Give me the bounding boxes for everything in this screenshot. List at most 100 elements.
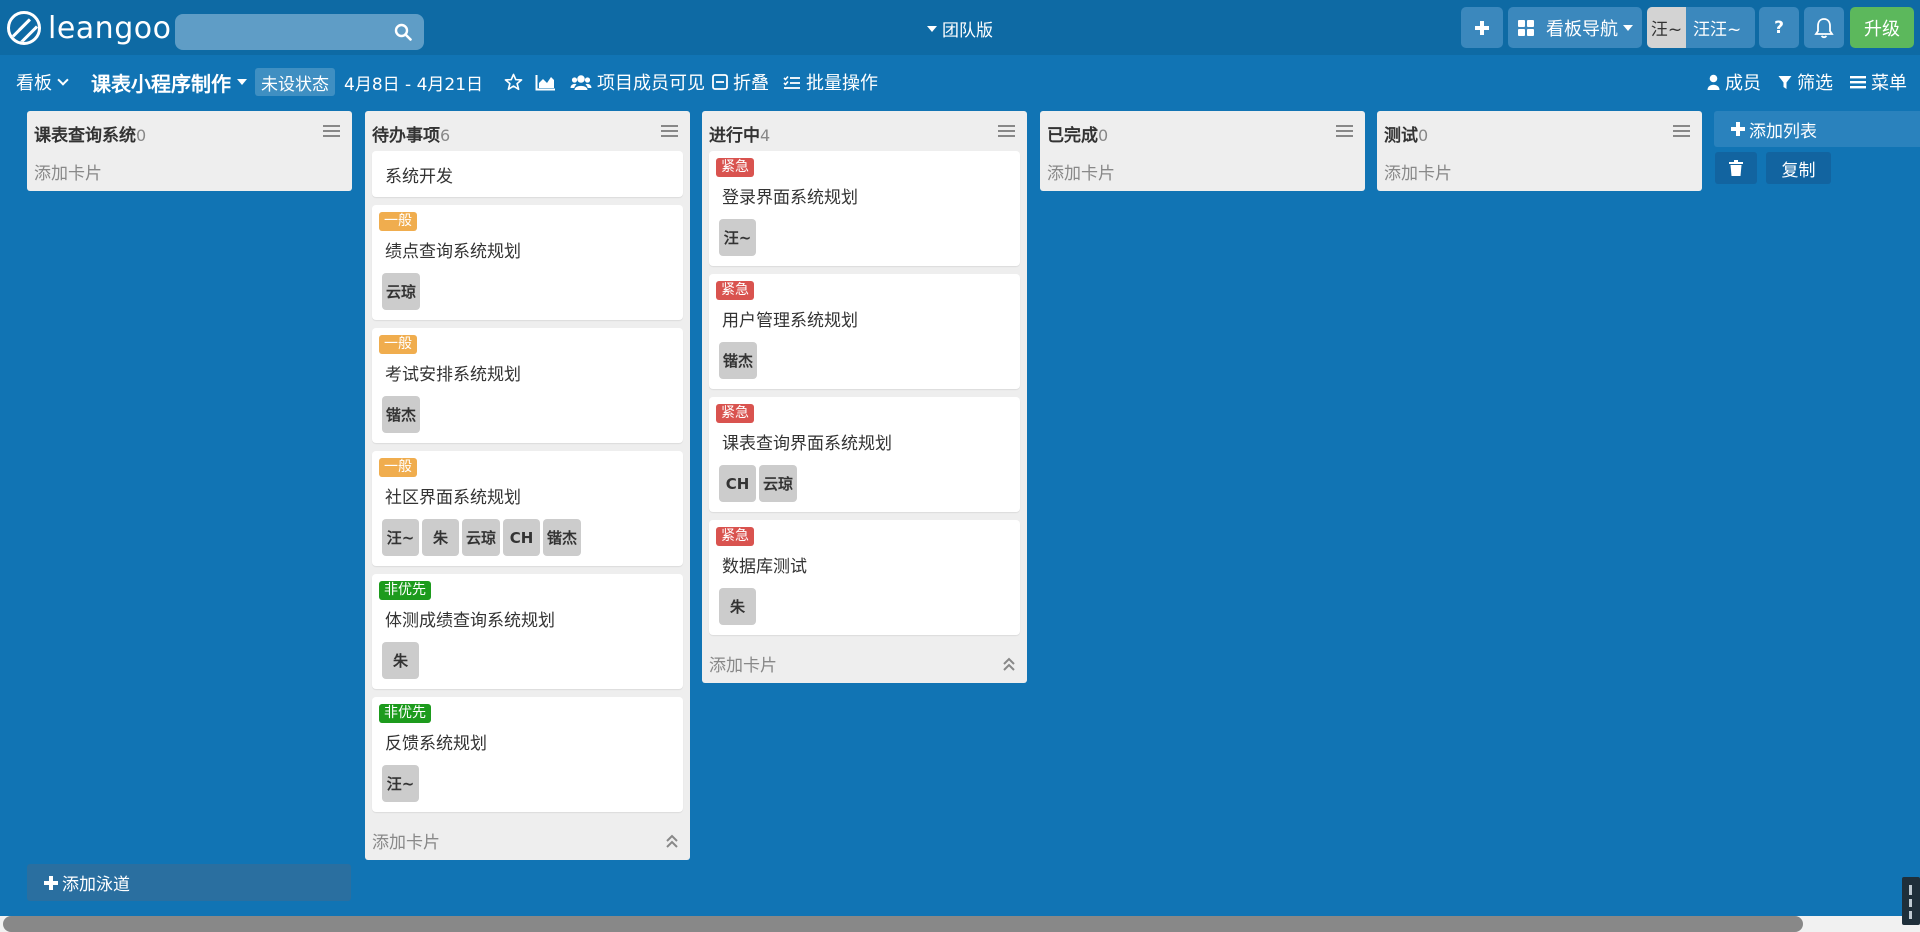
collapse-button[interactable]: 折叠	[712, 62, 769, 102]
list-menu-icon[interactable]	[323, 124, 340, 138]
add-card-button[interactable]: 添加卡片	[27, 151, 352, 191]
user-menu-button[interactable]: 汪~ 汪汪~	[1647, 7, 1755, 48]
statistics-button[interactable]	[535, 62, 561, 102]
plus-icon	[1475, 20, 1489, 35]
menu-label: 菜单	[1871, 73, 1907, 94]
add-list-button[interactable]: 添加列表	[1714, 111, 1920, 147]
list-column: 进行中4 紧急 登录界面系统规划 汪~ 紧急 用户管理系统规划 锴杰 紧急 课表…	[702, 111, 1027, 683]
card[interactable]: 一般 考试安排系统规划 锴杰	[372, 328, 683, 443]
team-edition-dropdown[interactable]: 团队版	[927, 16, 993, 41]
assignee-avatar[interactable]: CH	[719, 465, 756, 502]
filter-label: 筛选	[1797, 73, 1833, 94]
horizontal-scrollbar[interactable]	[0, 916, 1920, 932]
list-title: 测试0	[1384, 126, 1429, 146]
add-card-button[interactable]: 添加卡片	[1377, 151, 1702, 191]
assignee-avatar[interactable]: 朱	[719, 588, 756, 625]
card[interactable]: 非优先 反馈系统规划 汪~	[372, 697, 683, 812]
assignee-avatar[interactable]: 锴杰	[543, 519, 582, 556]
assignee-avatar[interactable]: 汪~	[382, 765, 419, 802]
board-title: 课表小程序制作	[91, 71, 231, 96]
user-icon	[1707, 74, 1720, 90]
priority-tag: 紧急	[716, 527, 754, 546]
top-navbar: leangoo 团队版 看板导航 汪~ 汪汪~ ? 升级	[0, 0, 1920, 55]
logo-text: leangoo	[48, 10, 172, 46]
card-title: 用户管理系统规划	[722, 311, 858, 331]
card[interactable]: 一般 社区界面系统规划 汪~ 朱 云琼 CH 锴杰	[372, 451, 683, 566]
caret-down-icon	[927, 25, 937, 32]
list-menu-icon[interactable]	[1336, 124, 1353, 138]
status-badge[interactable]: 未设状态	[255, 68, 335, 96]
assignee-avatar[interactable]: 云琼	[759, 465, 798, 502]
caret-down-icon	[1623, 24, 1633, 31]
assignee-avatar[interactable]: CH	[503, 519, 541, 556]
board-title-dropdown[interactable]: 课表小程序制作	[91, 62, 247, 102]
list-menu-icon[interactable]	[1673, 124, 1690, 138]
search-input[interactable]	[175, 14, 424, 50]
list-menu-icon[interactable]	[661, 124, 678, 138]
board-dropdown[interactable]: 看板	[16, 62, 69, 102]
avatar: 汪~	[1647, 7, 1686, 48]
add-card-button[interactable]: 添加卡片	[365, 820, 690, 860]
list-header[interactable]: 已完成0	[1040, 111, 1365, 151]
card[interactable]: 非优先 体测成绩查询系统规划 朱	[372, 574, 683, 689]
list-column: 待办事项6 系统开发 一般 绩点查询系统规划 云琼 一般 考试安排系统规划 锴杰…	[365, 111, 690, 860]
card-title: 社区界面系统规划	[385, 488, 521, 508]
star-button[interactable]	[504, 62, 528, 102]
add-card-button[interactable]: 添加卡片	[702, 643, 1027, 683]
copy-lane-button[interactable]: 复制	[1766, 152, 1831, 184]
date-range[interactable]: 4月8日 - 4月21日	[344, 62, 483, 102]
list-header[interactable]: 测试0	[1377, 111, 1702, 151]
trash-icon	[1729, 160, 1743, 176]
floating-widget[interactable]	[1902, 877, 1920, 925]
assignee-avatar[interactable]: 云琼	[462, 519, 501, 556]
star-icon	[504, 73, 523, 91]
assignee-avatar[interactable]: 朱	[422, 519, 459, 556]
card[interactable]: 紧急 登录界面系统规划 汪~	[709, 151, 1020, 266]
add-card-button[interactable]: 添加卡片	[1040, 151, 1365, 191]
assignee-avatar[interactable]: 云琼	[382, 273, 421, 310]
card[interactable]: 紧急 数据库测试 朱	[709, 520, 1020, 635]
assignee-avatar[interactable]: 锴杰	[382, 396, 421, 433]
assignee-avatar[interactable]: 汪~	[382, 519, 419, 556]
card-title: 课表查询界面系统规划	[722, 434, 892, 454]
priority-tag: 一般	[379, 335, 417, 354]
assignee-avatar[interactable]: 朱	[382, 642, 419, 679]
card[interactable]: 一般 绩点查询系统规划 云琼	[372, 205, 683, 320]
list-header[interactable]: 进行中4	[702, 111, 1027, 151]
filter-button[interactable]: 筛选	[1778, 62, 1833, 102]
notifications-button[interactable]	[1804, 7, 1844, 48]
team-edition-label: 团队版	[942, 21, 993, 41]
user-name: 汪汪~	[1693, 20, 1742, 40]
upgrade-button[interactable]: 升级	[1850, 7, 1914, 48]
delete-lane-button[interactable]	[1715, 152, 1757, 184]
card-title: 数据库测试	[722, 557, 807, 577]
priority-tag: 紧急	[716, 158, 754, 177]
double-chevron-up-icon[interactable]	[1001, 656, 1017, 672]
users-icon	[570, 74, 592, 90]
card[interactable]: 系统开发	[372, 151, 683, 197]
list-header[interactable]: 待办事项6	[365, 111, 690, 151]
list-count: 0	[1098, 126, 1109, 145]
board-menu-button[interactable]: 菜单	[1850, 62, 1907, 102]
visibility-button[interactable]: 项目成员可见	[570, 62, 705, 102]
search-icon[interactable]	[394, 23, 412, 41]
members-button[interactable]: 成员	[1707, 62, 1761, 102]
double-chevron-up-icon[interactable]	[664, 833, 680, 849]
priority-tag: 一般	[379, 458, 417, 477]
list-menu-icon[interactable]	[998, 124, 1015, 138]
card[interactable]: 紧急 课表查询界面系统规划 CH 云琼	[709, 397, 1020, 512]
card[interactable]: 紧急 用户管理系统规划 锴杰	[709, 274, 1020, 389]
board-nav-button[interactable]: 看板导航	[1508, 7, 1642, 48]
add-swimlane-button[interactable]: 添加泳道	[27, 864, 351, 901]
batch-operations-button[interactable]: 批量操作	[783, 62, 878, 102]
assignee-avatar[interactable]: 汪~	[719, 219, 756, 256]
list-column: 课表查询系统0 添加卡片	[27, 111, 352, 191]
leangoo-logo[interactable]: leangoo	[7, 10, 172, 46]
card-title: 系统开发	[385, 167, 453, 187]
priority-tag: 紧急	[716, 281, 754, 300]
scrollbar-thumb[interactable]	[3, 916, 1803, 932]
add-button[interactable]	[1461, 7, 1503, 48]
assignee-avatar[interactable]: 锴杰	[719, 342, 758, 379]
help-button[interactable]: ?	[1759, 7, 1799, 48]
list-header[interactable]: 课表查询系统0	[27, 111, 352, 151]
